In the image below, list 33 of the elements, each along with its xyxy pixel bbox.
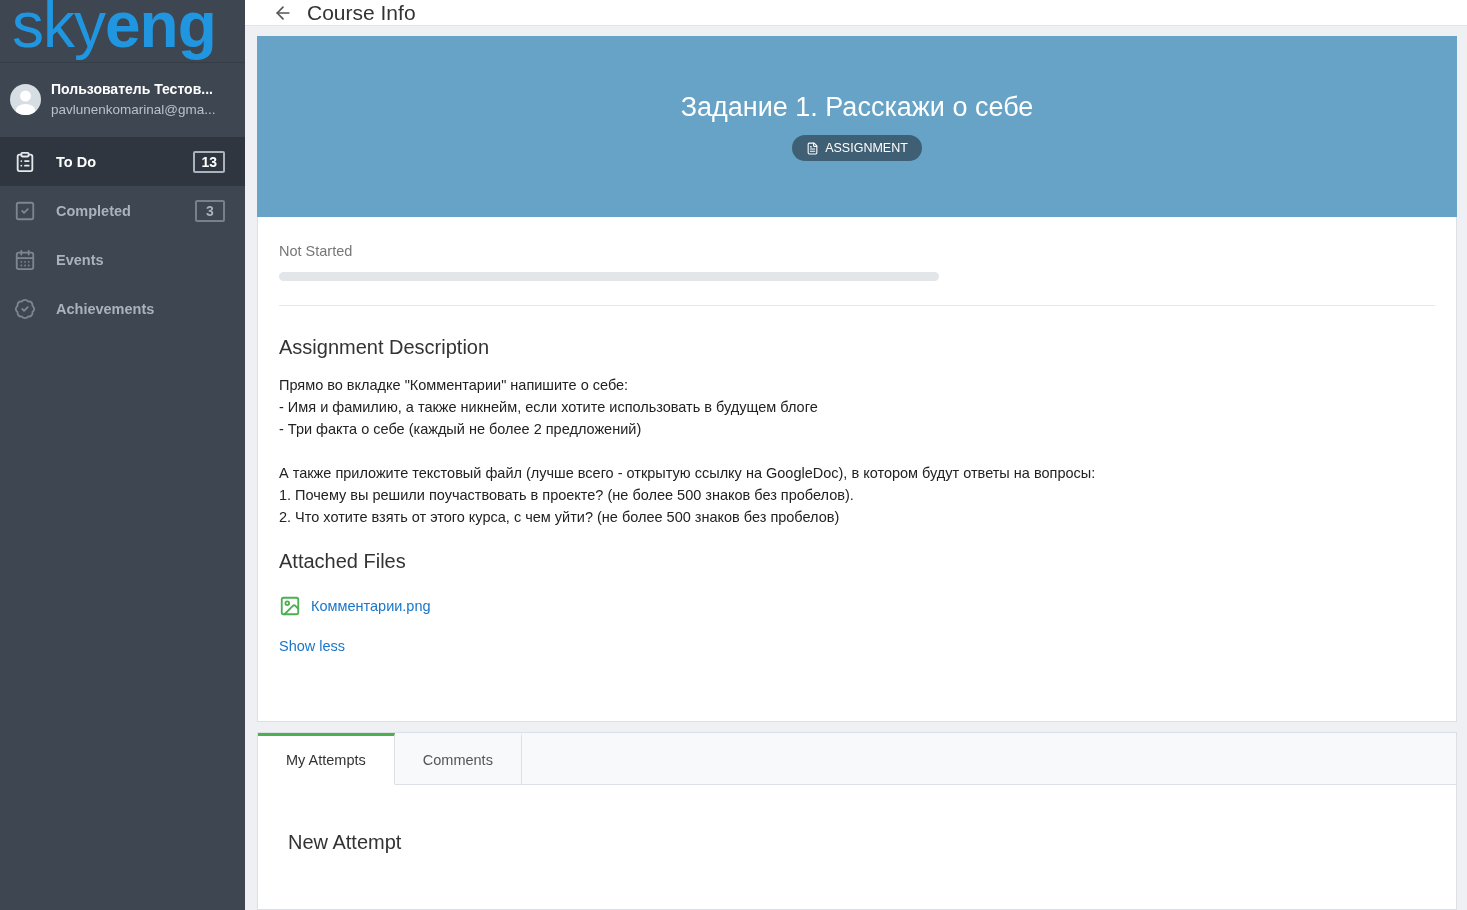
calendar-icon xyxy=(14,248,36,271)
show-less-link[interactable]: Show less xyxy=(279,638,346,654)
tab[interactable]: My Attempts xyxy=(258,733,395,785)
description-line: - Имя и фамилию, а также никнейм, если хотите использовать в будущем блоге xyxy=(279,398,819,417)
description-line: - Три факта о себе (каждый не более 2 предложений) xyxy=(279,420,643,439)
image-file-icon xyxy=(279,595,301,617)
sidebar-item[interactable]: Events xyxy=(0,235,245,284)
logo: skyeng xyxy=(0,0,245,63)
checkbox-icon xyxy=(14,199,36,222)
section-heading: Assignment Description xyxy=(279,336,491,359)
sidebar-item[interactable]: To Do 13 xyxy=(0,137,245,186)
tab[interactable]: Comments xyxy=(394,733,522,785)
description-line: А также приложите текстовый файл (лучше всего - открытую ссылку на GoogleDoc), в котором будут ответы на вопросы: xyxy=(279,464,1097,483)
file-link[interactable]: Комментарии.png xyxy=(311,598,431,614)
section-heading: New Attempt xyxy=(288,831,403,854)
progress-status: Not Started xyxy=(279,243,354,259)
section-heading: Attached Files xyxy=(279,550,407,573)
description-line: 2. Что хотите взять от этого курса, с чем уйти? (не более 500 знаков без пробелов) xyxy=(279,508,841,527)
description-line: 1. Почему вы решили поучаствовать в проекте? (не более 500 знаков без пробелов). xyxy=(279,486,855,505)
description-line: Прямо во вкладке "Комментарии" напишите о себе: xyxy=(279,376,630,395)
page-title: Course Info xyxy=(307,0,416,25)
assignment-title: Задание 1. Расскажи о себе xyxy=(680,92,1034,123)
sidebar-item[interactable]: Completed 3 xyxy=(0,186,245,235)
document-icon xyxy=(806,141,820,155)
badge-label: ASSIGNMENT xyxy=(825,141,908,155)
badge-icon xyxy=(14,297,36,320)
count-badge: 3 xyxy=(195,199,225,222)
user-email: pavlunenkomarinal@gma... xyxy=(51,102,216,117)
user-name: Пользователь Тестов... xyxy=(51,81,214,97)
count-badge: 13 xyxy=(193,150,225,173)
clipboard-icon xyxy=(14,150,36,173)
sidebar-item[interactable]: Achievements xyxy=(0,284,245,333)
avatar-icon xyxy=(10,83,41,115)
